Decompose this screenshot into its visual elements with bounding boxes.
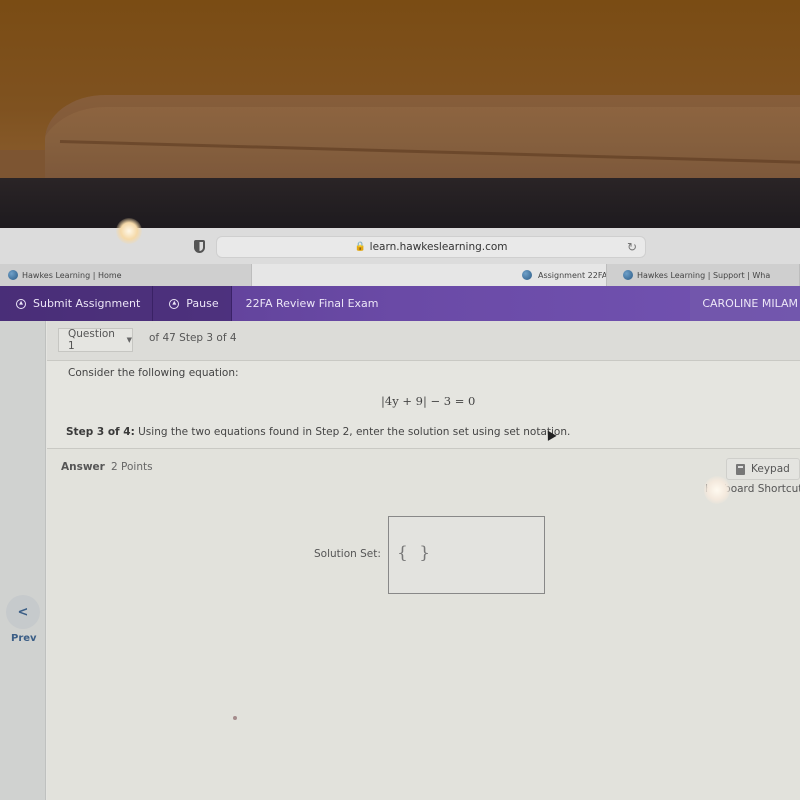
calculator-icon — [736, 463, 745, 475]
submit-assignment-label: Submit Assignment — [33, 297, 141, 310]
pause-button[interactable]: ▲ Pause — [153, 286, 232, 321]
chevron-left-icon: < — [17, 604, 29, 620]
points-label: 2 Points — [111, 461, 153, 473]
answer-label: Answer — [61, 461, 105, 473]
question-intro: Consider the following equation: — [68, 367, 239, 379]
user-name[interactable]: CAROLINE MILAM — [690, 286, 800, 321]
pause-circle-icon: ▲ — [169, 298, 180, 309]
user-name-label: CAROLINE MILAM — [702, 297, 798, 310]
tab-label: Hawkes Learning | Home — [22, 270, 122, 280]
hawk-favicon-icon — [522, 270, 532, 280]
solution-set-label: Solution Set: — [314, 548, 381, 560]
exam-title: 22FA Review Final Exam — [245, 297, 379, 310]
address-bar[interactable]: 🔒 learn.hawkeslearning.com ↻ — [216, 236, 646, 258]
camera-light-glare — [116, 218, 142, 244]
step-instructions: Step 3 of 4: Using the two equations fou… — [66, 426, 570, 438]
step-label: Step 3 of 4: — [66, 426, 135, 438]
tab-assignment[interactable]: Assignment 22FA Review Final Exam Questi… — [252, 264, 607, 286]
step-text: Using the two equations found in Step 2,… — [134, 426, 571, 438]
screen-glare — [704, 476, 730, 504]
tab-hawkes-home[interactable]: Hawkes Learning | Home — [0, 264, 252, 286]
question-equation: |4y + 9| − 3 = 0 — [381, 394, 476, 408]
pause-label: Pause — [186, 297, 219, 310]
keypad-label: Keypad — [751, 463, 790, 475]
question-header: Question 1 ▼ of 47 Step 3 of 4 — [47, 321, 800, 361]
solution-set-value: { } — [397, 543, 434, 563]
hawk-favicon-icon — [8, 270, 18, 280]
submit-circle-icon: ▲ — [16, 298, 26, 309]
solution-set-input[interactable]: { } — [388, 516, 545, 594]
question-content: Question 1 ▼ of 47 Step 3 of 4 Consider … — [47, 321, 800, 800]
screen-speck — [233, 716, 237, 720]
caret-down-icon: ▼ — [126, 336, 132, 344]
tab-label: Assignment 22FA Review Final Exam Questi… — [538, 270, 607, 280]
photo-background-couch — [45, 95, 800, 185]
hawk-favicon-icon — [623, 270, 633, 280]
url-text: learn.hawkeslearning.com — [369, 241, 508, 253]
question-select-label: Question 1 — [68, 328, 115, 352]
submit-assignment-button[interactable]: ▲ Submit Assignment — [0, 286, 154, 321]
question-body: Consider the following equation: |4y + 9… — [47, 361, 800, 449]
browser-tabs: Hawkes Learning | Home Assignment 22FA R… — [0, 264, 800, 286]
question-progress-text: of 47 Step 3 of 4 — [149, 332, 237, 344]
laptop-screen: 🔒 learn.hawkeslearning.com ↻ Hawkes Lear… — [0, 228, 800, 800]
left-navigation-rail: < Prev — [0, 321, 46, 800]
keypad-button[interactable]: Keypad — [726, 458, 800, 480]
lock-icon: 🔒 — [354, 242, 366, 252]
prev-button[interactable]: < — [6, 595, 40, 629]
prev-label[interactable]: Prev — [11, 633, 37, 644]
shield-icon[interactable] — [194, 240, 205, 253]
question-select-dropdown[interactable]: Question 1 ▼ — [58, 328, 133, 352]
tab-label: Hawkes Learning | Support | Wha — [637, 270, 771, 280]
tab-hawkes-support[interactable]: Hawkes Learning | Support | Wha — [607, 264, 800, 286]
reload-icon[interactable]: ↻ — [627, 240, 637, 254]
app-header-bar: ▲ Submit Assignment ▲ Pause 22FA Review … — [0, 286, 800, 321]
